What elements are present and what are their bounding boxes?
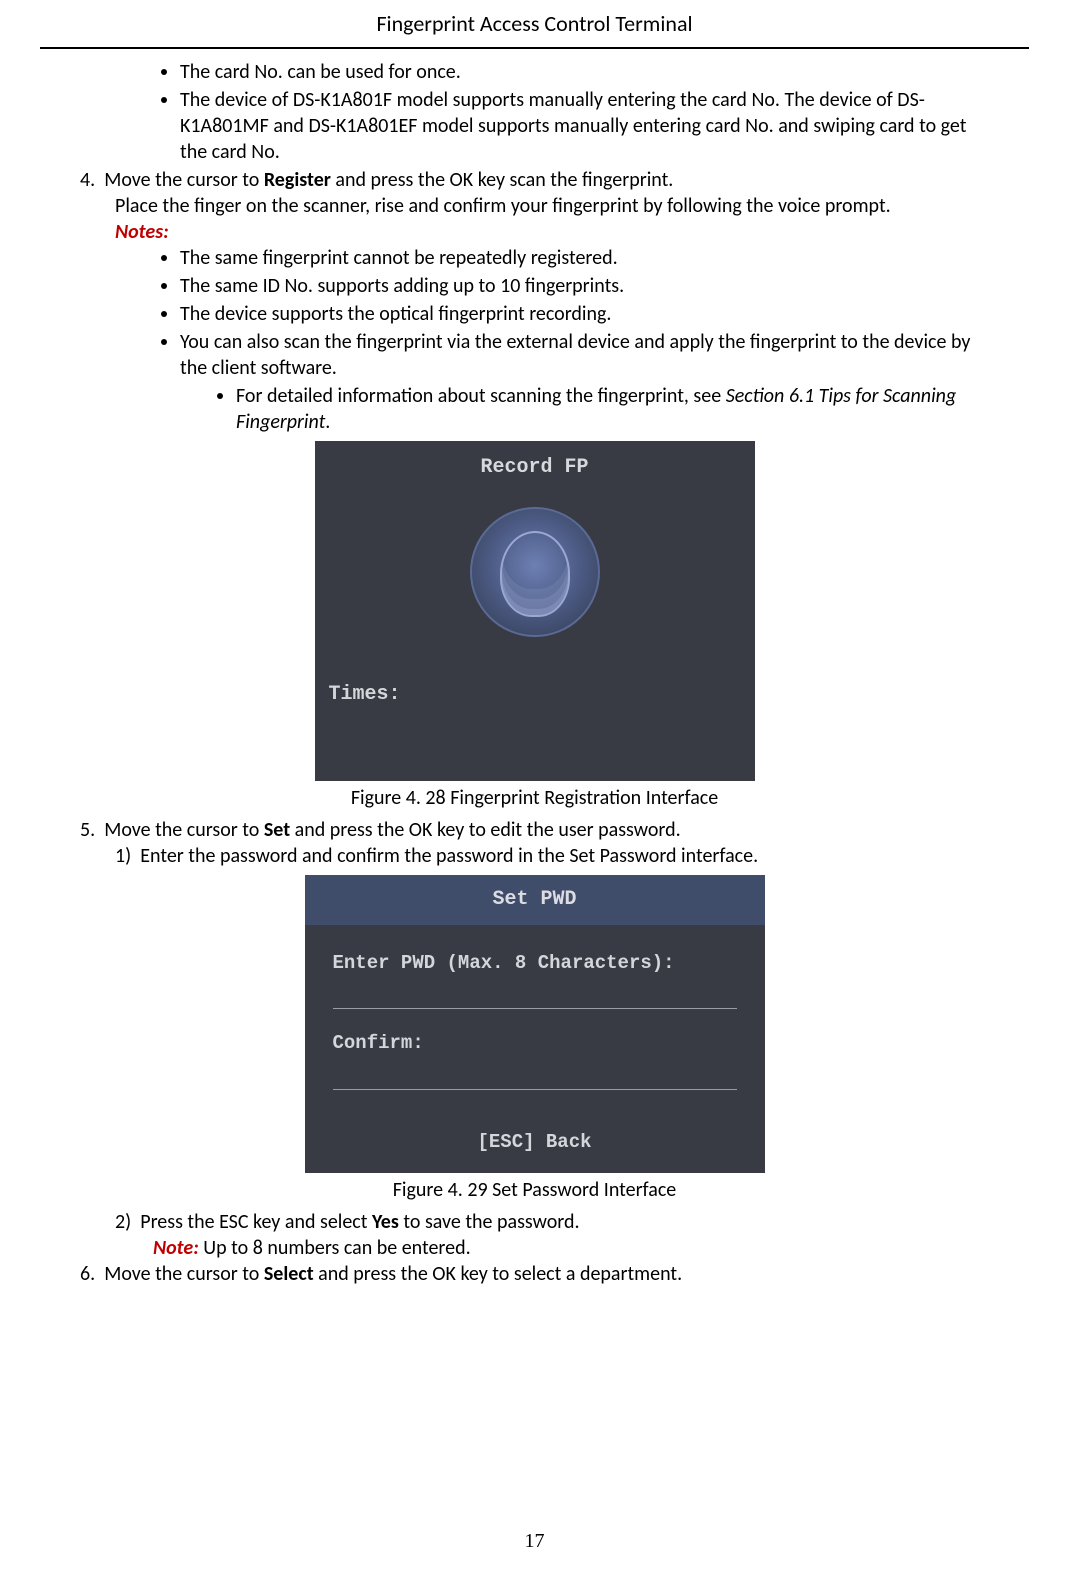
list-item: The same ID No. supports adding up to 10… xyxy=(180,273,1029,299)
step-text: Move the cursor to Set and press the OK … xyxy=(104,818,680,842)
set-pwd-screen: Set PWD Enter PWD (Max. 8 Characters): C… xyxy=(305,875,765,1173)
record-fp-screen: Record FP Times: xyxy=(315,441,755,781)
substep-number: 2) xyxy=(115,1210,131,1234)
substep-number: 1) xyxy=(115,844,131,868)
step-5: 5. Move the cursor to Set and press the … xyxy=(40,817,1029,843)
top-bullet-list: The card No. can be used for once. The d… xyxy=(160,59,1029,165)
confirm-label: Confirm: xyxy=(333,1031,737,1056)
figure-caption-2: Figure 4. 29 Set Password Interface xyxy=(40,1177,1029,1203)
enter-pwd-label: Enter PWD (Max. 8 Characters): xyxy=(333,951,737,976)
step-4-body: Place the finger on the scanner, rise an… xyxy=(40,193,1029,219)
step-text: Move the cursor to Register and press th… xyxy=(104,168,673,192)
step-6: 6. Move the cursor to Select and press t… xyxy=(40,1261,1029,1287)
step-text: Move the cursor to Select and press the … xyxy=(104,1262,682,1286)
list-item: The device supports the optical fingerpr… xyxy=(180,301,1029,327)
note-label: Note: xyxy=(153,1236,199,1260)
sub-note-list: For detailed information about scanning … xyxy=(210,383,1029,435)
list-item: The same fingerprint cannot be repeatedl… xyxy=(180,245,1029,271)
times-label: Times: xyxy=(315,654,755,758)
figure-caption-1: Figure 4. 28 Fingerprint Registration In… xyxy=(40,785,1029,811)
step-number: 5. xyxy=(80,818,95,842)
esc-back-label: [ESC] Back xyxy=(305,1122,765,1173)
substep-text: Press the ESC key and select Yes to save… xyxy=(140,1210,579,1234)
substep-5-1: 1) Enter the password and confirm the pa… xyxy=(40,843,1029,869)
list-item: You can also scan the fingerprint via th… xyxy=(180,329,1029,381)
substep-5-2: 2) Press the ESC key and select Yes to s… xyxy=(40,1209,1029,1235)
page-number: 17 xyxy=(0,1528,1069,1554)
step-4: 4. Move the cursor to Register and press… xyxy=(40,167,1029,193)
step-number: 4. xyxy=(80,168,95,192)
step-number: 6. xyxy=(80,1262,95,1286)
notes-list: The same fingerprint cannot be repeatedl… xyxy=(160,245,1029,381)
list-item: The device of DS-K1A801F model supports … xyxy=(180,87,1029,165)
page-header-title: Fingerprint Access Control Terminal xyxy=(40,0,1029,49)
fingerprint-icon xyxy=(470,507,600,637)
screen-title: Set PWD xyxy=(305,875,765,925)
substep-text: Enter the password and confirm the passw… xyxy=(140,844,758,868)
confirm-input-line xyxy=(333,1062,737,1090)
pwd-input-line xyxy=(333,981,737,1009)
notes-label: Notes: xyxy=(40,219,1029,245)
list-item: For detailed information about scanning … xyxy=(236,383,1029,435)
list-item: The card No. can be used for once. xyxy=(180,59,1029,85)
note-text: Up to 8 numbers can be entered. xyxy=(199,1236,471,1260)
screen-title: Record FP xyxy=(315,441,755,489)
note-inline: Note: Up to 8 numbers can be entered. xyxy=(40,1235,1029,1261)
